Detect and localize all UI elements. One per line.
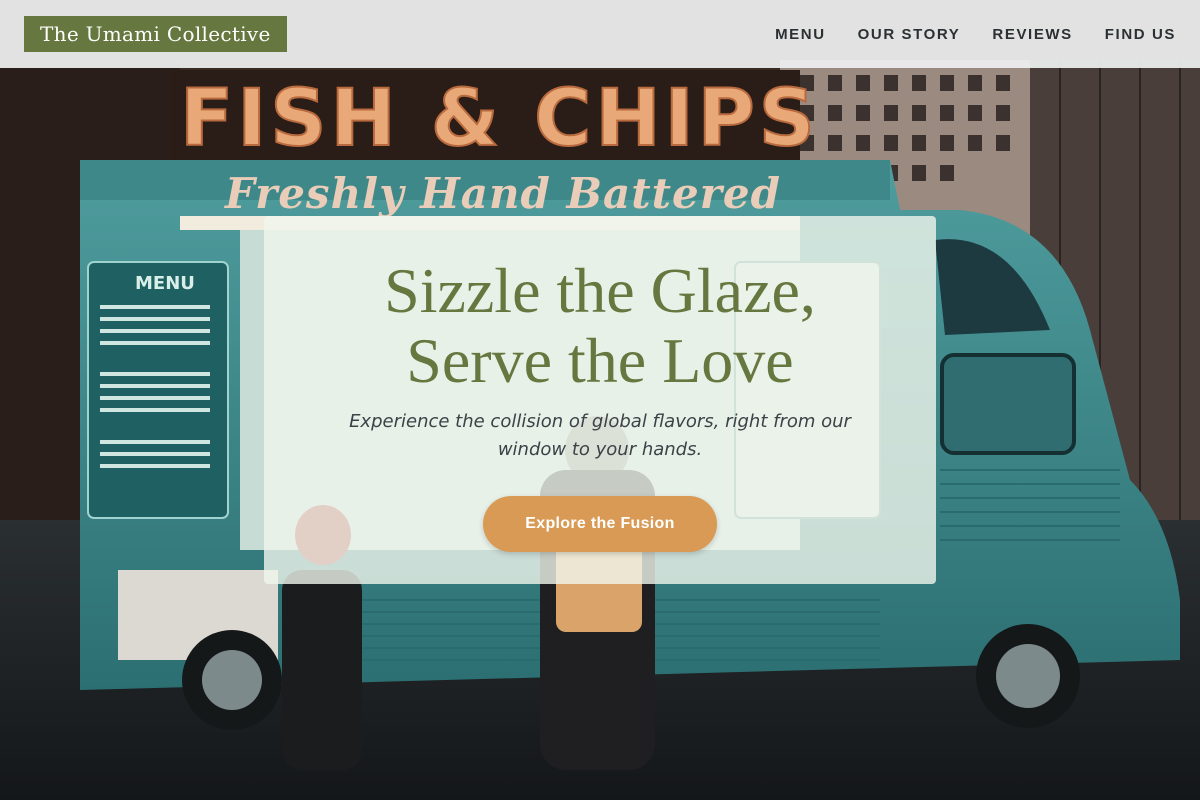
svg-text:MENU: MENU [135, 273, 195, 294]
brand-logo[interactable]: The Umami Collective [24, 16, 287, 52]
landing-page: FISH & CHIPS Freshly Hand Battered MENU [0, 0, 1200, 800]
hero-title-line-2: Serve the Love [406, 325, 794, 396]
nav-link-find-us[interactable]: FIND US [1105, 26, 1176, 43]
nav-link-menu[interactable]: MENU [775, 26, 826, 43]
svg-text:FISH & CHIPS: FISH & CHIPS [180, 74, 819, 164]
hero-title: Sizzle the Glaze, Serve the Love [264, 256, 936, 396]
nav-link-reviews[interactable]: REVIEWS [992, 26, 1072, 43]
explore-fusion-button[interactable]: Explore the Fusion [483, 496, 717, 552]
top-navbar: The Umami Collective MENU OUR STORY REVI… [0, 0, 1200, 68]
nav-link-our-story[interactable]: OUR STORY [858, 26, 961, 43]
svg-text:Freshly Hand Battered: Freshly Hand Battered [224, 169, 781, 218]
hero-title-line-1: Sizzle the Glaze, [384, 255, 816, 326]
main-nav: MENU OUR STORY REVIEWS FIND US [775, 0, 1176, 68]
hero-subtitle: Experience the collision of global flavo… [349, 411, 851, 460]
hero-card: Sizzle the Glaze, Serve the Love Experie… [264, 216, 936, 584]
